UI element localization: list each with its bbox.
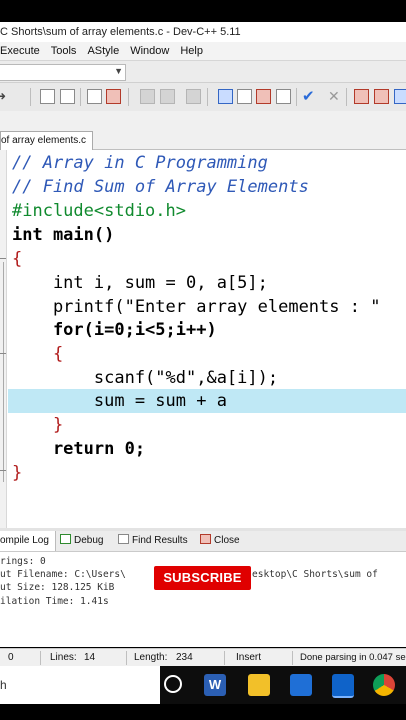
code-line-14: } [12,463,23,483]
code-line-10: scanf("%d",&a[i]); [12,368,279,388]
menu-window[interactable]: Window [130,45,169,57]
status-message: Done parsing in 0.047 se [300,652,406,663]
word-icon[interactable]: W [204,674,226,696]
window-title: C Shorts\sum of array elements.c - Dev-C… [0,22,406,42]
bottom-letterbox [0,704,406,720]
indent-icon[interactable] [87,89,102,104]
file-explorer-icon[interactable] [248,674,270,696]
subscribe-button[interactable]: SUBSCRIBE [154,566,251,590]
check-icon[interactable]: ✔ [302,89,317,104]
tab-find-results[interactable]: Find Results [118,531,188,551]
log-line: ilation Time: 1.41s [0,595,109,607]
code-line-6: int i, sum = 0, a[5]; [12,273,268,293]
code-line-8: for(i=0;i<5;i++) [12,320,217,340]
compile-icon[interactable] [218,89,233,104]
compiler-select[interactable]: ▼ [0,64,126,81]
top-letterbox [0,0,406,22]
chart-icon[interactable] [374,89,389,104]
code-line-7: printf("Enter array elements : " [12,297,381,317]
tab-compile-log[interactable]: ompile Log [0,531,56,551]
code-line-13: return 0; [12,439,146,459]
close-icon[interactable]: ✕ [328,89,343,104]
profile-icon[interactable] [354,89,369,104]
menu-execute[interactable]: Execute [0,45,40,57]
run-icon[interactable] [237,89,252,104]
compile-run-icon[interactable] [256,89,271,104]
chrome-icon[interactable] [373,674,395,696]
file-tabs: of array elements.c [0,111,406,150]
status-length-label: Length: [134,652,168,663]
arrow-right-icon[interactable]: ➜ [0,89,16,104]
toolbar-top: ▼ [0,60,406,83]
tab-debug[interactable]: Debug [60,531,103,551]
find-icon[interactable] [40,89,55,104]
code-line-9: { [12,344,64,364]
back-icon[interactable] [140,89,155,104]
status-col: 0 [8,652,14,663]
menu-bar: Execute Tools AStyle Window Help [0,42,406,60]
code-line-4: int main() [12,225,115,245]
fold-marker-icon[interactable] [0,258,6,259]
status-bar: 0 Lines: 14 Length: 234 Insert Done pars… [0,648,406,667]
replace-icon[interactable] [60,89,75,104]
close-icon [200,534,211,544]
code-line-2: // Find Sum of Array Elements [12,177,309,197]
bookmark-icon[interactable] [186,89,201,104]
output-tabs: ompile Log Debug Find Results Close [0,531,406,552]
search-circle-icon[interactable] [164,675,182,693]
fold-end-icon [0,470,6,471]
menu-astyle[interactable]: AStyle [87,45,119,57]
find-icon [118,534,129,544]
taskbar-search-box[interactable]: h [0,666,160,704]
chevron-down-icon: ▼ [114,66,123,76]
code-line-11: sum = sum + a [12,391,227,411]
taskbar: h W [0,666,406,704]
rebuild-icon[interactable] [276,89,291,104]
devcpp-icon[interactable] [290,674,312,696]
debug-icon[interactable] [394,89,406,104]
code-line-3: #include<stdio.h> [12,201,186,221]
goto-icon[interactable] [106,89,121,104]
tab-sum-of-array-elements[interactable]: of array elements.c [0,131,94,150]
status-mode: Insert [236,652,262,663]
code-line-1: // Array in C Programming [12,153,268,173]
status-length-value: 234 [176,652,193,663]
forward-icon[interactable] [160,89,175,104]
tab-close[interactable]: Close [200,531,240,551]
code-line-12: } [12,415,64,435]
check-icon [60,534,71,544]
status-lines-label: Lines: [50,652,77,663]
status-lines-value: 14 [84,652,96,663]
outlook-icon[interactable] [332,674,354,698]
toolbar-main: ➜ ✔ ✕ [0,82,406,112]
code-editor[interactable]: // Array in C Programming // Find Sum of… [0,150,406,528]
menu-tools[interactable]: Tools [51,45,77,57]
code-line-5: { [12,249,23,269]
menu-help[interactable]: Help [180,45,203,57]
fold-gutter [0,150,7,528]
fold-marker-icon[interactable] [0,353,6,354]
